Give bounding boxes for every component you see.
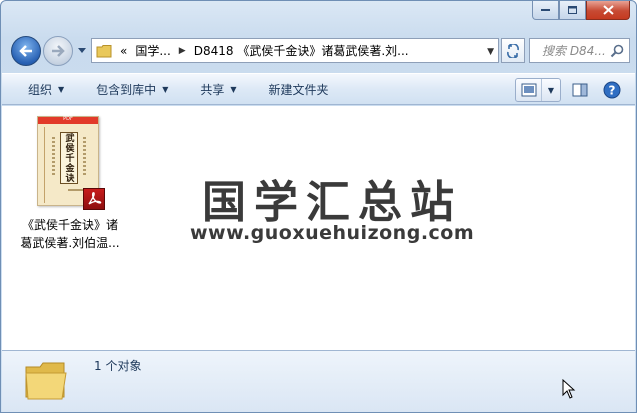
folder-icon: [96, 44, 112, 57]
pdf-icon: [83, 188, 105, 210]
preview-pane-button[interactable]: [567, 78, 593, 102]
refresh-button[interactable]: [501, 38, 525, 63]
address-dropdown-icon[interactable]: ▼: [487, 47, 494, 57]
search-input[interactable]: 搜索 D84...: [529, 38, 630, 63]
file-name-line-1: 《武侯千金诀》诸: [21, 218, 118, 232]
help-button[interactable]: ?: [599, 78, 625, 102]
recent-pages-dropdown[interactable]: [77, 45, 87, 57]
include-in-library-label: 包含到库中: [96, 82, 157, 97]
book-cover-title: 武侯千金诀: [60, 132, 78, 184]
change-view-button[interactable]: ▼: [515, 78, 561, 102]
book-cover-top-bar: PDF: [38, 116, 98, 124]
share-label: 共享: [200, 82, 225, 97]
minimize-icon: [540, 9, 550, 11]
explorer-window: « 国学... ▶ D8418 《武侯千金诀》诸葛武侯著.刘... ▼ 搜索 D…: [0, 0, 637, 413]
command-toolbar: 组织 ▼ 包含到库中 ▼ 共享 ▼ 新建文件夹 ▼ ?: [2, 73, 635, 105]
address-bar[interactable]: « 国学... ▶ D8418 《武侯千金诀》诸葛武侯著.刘... ▼: [91, 38, 499, 63]
watermark-title: 国学汇总站: [202, 177, 462, 228]
view-dropdown-icon[interactable]: ▼: [542, 86, 560, 95]
search-icon: [610, 44, 624, 58]
thumb-pdf-label: PDF: [63, 116, 73, 122]
chevron-down-icon: ▼: [162, 84, 169, 94]
organize-label: 组织: [28, 82, 53, 97]
watermark-url: www.guoxuehuizong.com: [190, 222, 475, 244]
preview-pane-icon: [572, 83, 588, 97]
breadcrumb-overflow[interactable]: «: [120, 44, 127, 58]
book-binding: [44, 127, 45, 203]
search-placeholder: 搜索 D84...: [542, 44, 606, 58]
refresh-icon: [507, 43, 519, 58]
new-folder-button[interactable]: 新建文件夹: [259, 77, 339, 101]
caption-buttons: [532, 1, 630, 20]
view-icon[interactable]: [516, 79, 542, 101]
svg-text:?: ?: [609, 84, 616, 98]
file-list-pane[interactable]: PDF 武侯千金诀 《武侯千金诀》诸 葛武侯著.刘伯温... 国学汇总站 www…: [2, 106, 635, 350]
item-count: 1 个对象: [94, 359, 142, 373]
chevron-down-icon: ▼: [58, 84, 65, 94]
share-button[interactable]: 共享 ▼: [190, 77, 246, 101]
folder-icon: [25, 362, 67, 400]
arrow-left-icon: [19, 45, 32, 57]
help-icon: ?: [603, 81, 621, 99]
mouse-cursor-icon: [562, 379, 576, 399]
chevron-down-icon: ▼: [230, 84, 237, 94]
new-folder-label: 新建文件夹: [268, 82, 329, 97]
close-button[interactable]: [586, 1, 630, 20]
include-in-library-button[interactable]: 包含到库中 ▼: [86, 77, 178, 101]
toolbar-right-group: ▼ ?: [515, 78, 625, 102]
details-pane: 1 个对象: [2, 350, 635, 412]
breadcrumb-item-current[interactable]: D8418 《武侯千金诀》诸葛武侯著.刘...: [194, 42, 409, 59]
file-name-line-2: 葛武侯著.刘伯温...: [20, 236, 120, 250]
arrow-right-icon: [52, 45, 65, 57]
forward-button[interactable]: [43, 36, 73, 66]
maximize-button[interactable]: [559, 1, 586, 20]
chevron-down-icon: [78, 48, 86, 53]
navigation-bar: « 国学... ▶ D8418 《武侯千金诀》诸葛武侯著.刘... ▼ 搜索 D…: [9, 35, 630, 67]
cover-text-column-2: [83, 137, 86, 177]
breadcrumb-separator-icon[interactable]: ▶: [179, 46, 186, 56]
cover-text-column: [52, 137, 55, 177]
maximize-icon: [567, 5, 577, 14]
breadcrumb-item-root[interactable]: 国学...: [135, 42, 170, 59]
file-thumbnail[interactable]: PDF 武侯千金诀: [37, 116, 105, 210]
minimize-button[interactable]: [532, 1, 559, 20]
back-button[interactable]: [11, 36, 41, 66]
close-icon: [602, 5, 614, 15]
file-name[interactable]: 《武侯千金诀》诸 葛武侯著.刘伯温...: [14, 216, 126, 252]
organize-button[interactable]: 组织 ▼: [18, 77, 74, 101]
file-item-pdf[interactable]: PDF 武侯千金诀 《武侯千金诀》诸 葛武侯著.刘伯温...: [14, 116, 126, 252]
